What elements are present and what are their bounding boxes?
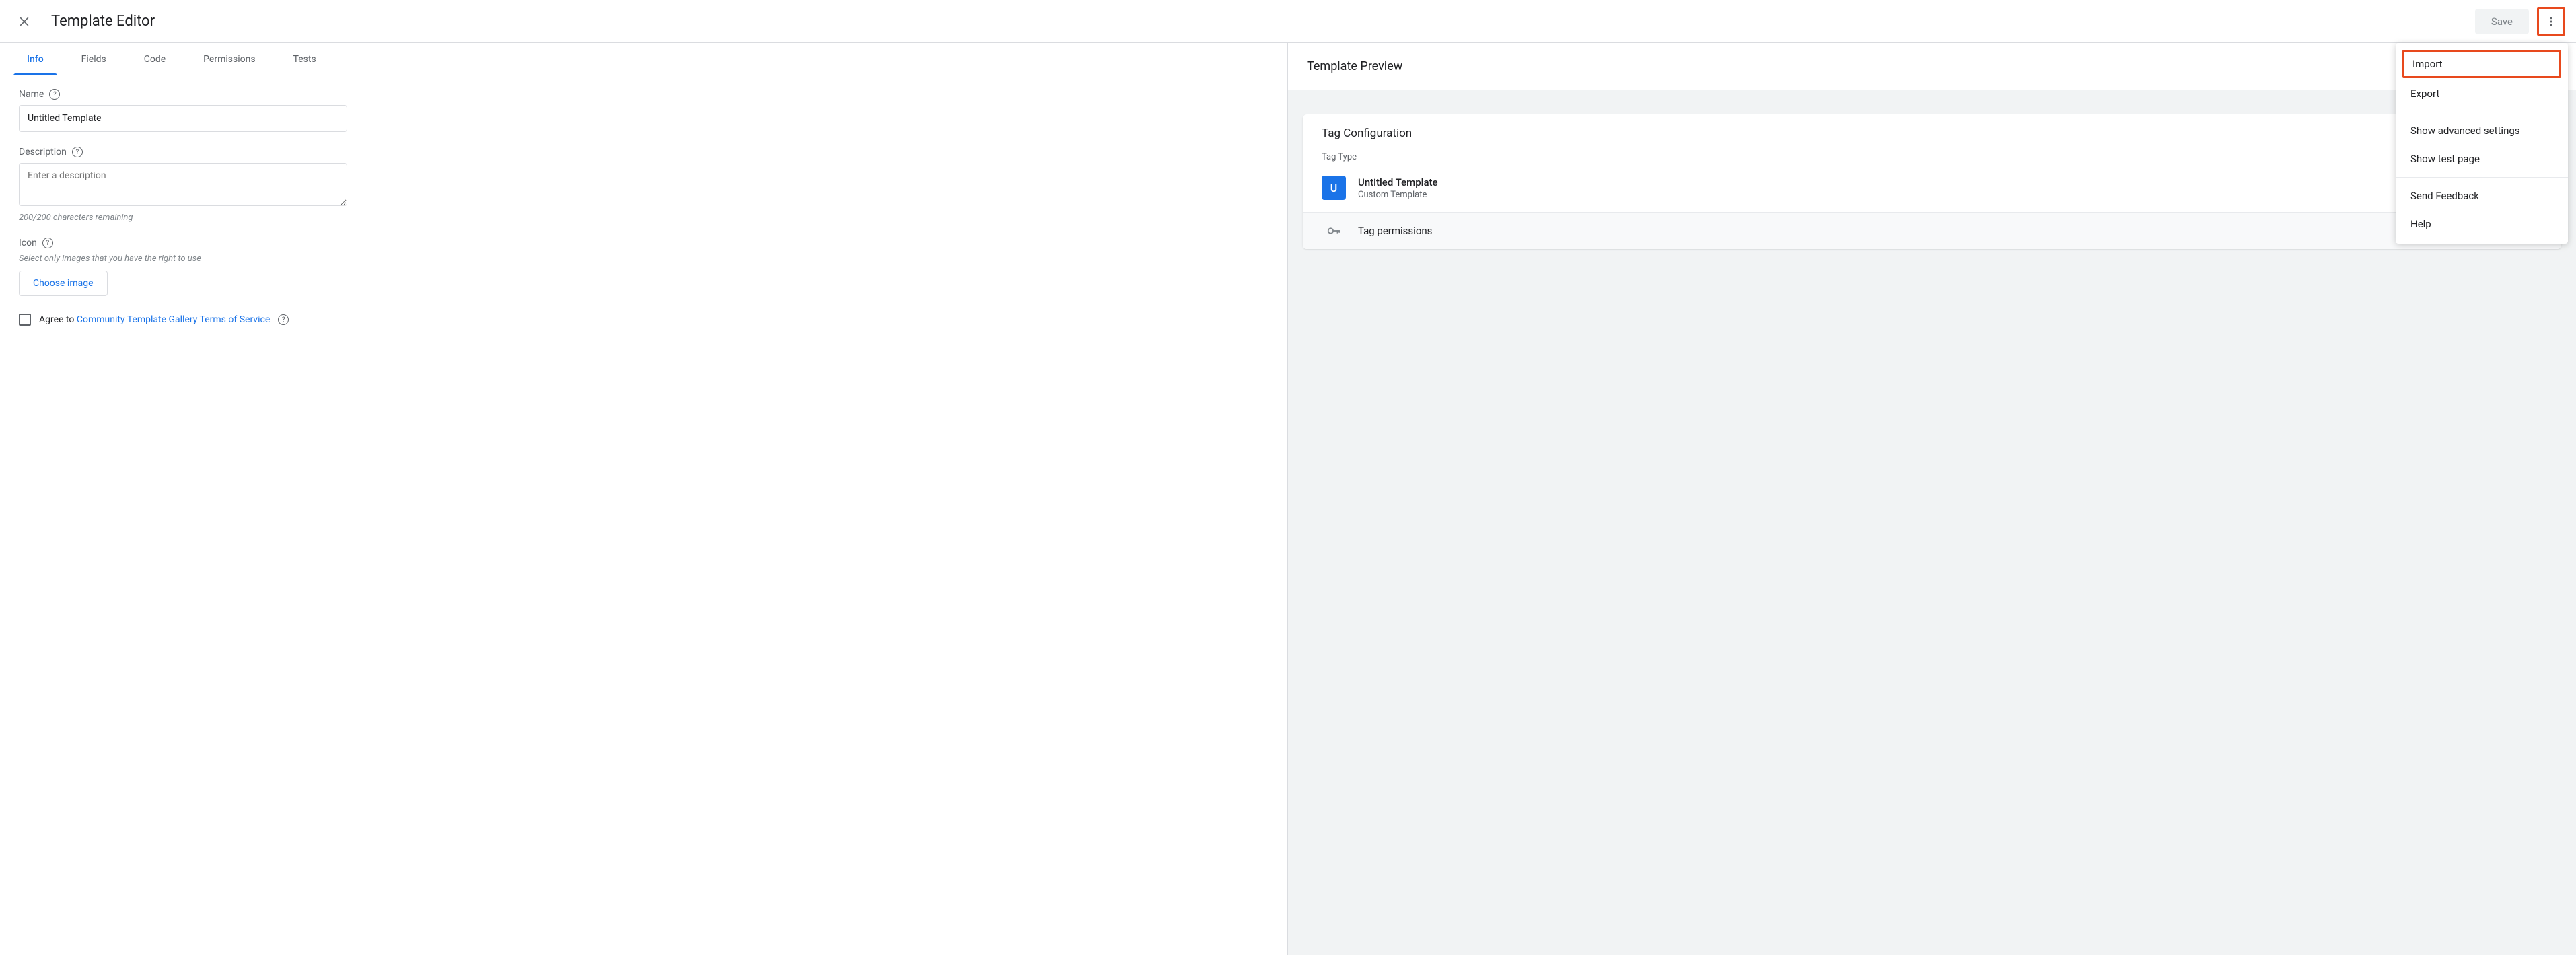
menu-show-advanced-settings[interactable]: Show advanced settings <box>2396 116 2568 145</box>
tag-permissions-row[interactable]: Tag permissions <box>1303 212 2561 249</box>
help-icon[interactable]: ? <box>49 89 60 100</box>
name-label: Name <box>19 89 44 100</box>
info-form: Name ? Description ? 200/200 characters … <box>0 75 1287 339</box>
menu-help[interactable]: Help <box>2396 210 2568 238</box>
key-icon <box>1322 223 1346 238</box>
menu-show-test-page[interactable]: Show test page <box>2396 145 2568 173</box>
name-label-row: Name ? <box>19 89 1268 100</box>
icon-field-row: Icon ? Select only images that you have … <box>19 238 1268 296</box>
description-label: Description <box>19 147 67 157</box>
description-label-row: Description ? <box>19 147 1268 157</box>
left-panel: Info Fields Code Permissions Tests Name … <box>0 43 1288 955</box>
agree-text: Agree to Community Template Gallery Term… <box>39 314 270 325</box>
main: Info Fields Code Permissions Tests Name … <box>0 43 2576 955</box>
tab-code[interactable]: Code <box>125 43 184 75</box>
agree-row: Agree to Community Template Gallery Term… <box>19 314 1268 326</box>
name-field-row: Name ? <box>19 89 1268 132</box>
preview-title: Template Preview <box>1288 43 2576 90</box>
menu-import[interactable]: Import <box>2402 50 2561 78</box>
tab-tests[interactable]: Tests <box>275 43 335 75</box>
menu-export[interactable]: Export <box>2396 79 2568 108</box>
choose-image-button[interactable]: Choose image <box>19 271 108 296</box>
more-vert-icon <box>2545 15 2557 28</box>
agree-link[interactable]: Community Template Gallery Terms of Serv… <box>77 314 270 325</box>
agree-prefix: Agree to <box>39 314 77 325</box>
agree-checkbox[interactable] <box>19 314 31 326</box>
right-panel: Template Preview Tag Configuration Tag T… <box>1288 43 2576 955</box>
more-options-button[interactable] <box>2537 7 2565 36</box>
card-title: Tag Configuration <box>1303 114 2561 143</box>
name-input[interactable] <box>19 105 347 132</box>
icon-label-row: Icon ? <box>19 238 1268 248</box>
preview-body: Tag Configuration Tag Type U Untitled Te… <box>1288 90 2576 273</box>
save-button[interactable]: Save <box>2475 9 2529 34</box>
help-icon[interactable]: ? <box>72 147 83 157</box>
tab-permissions[interactable]: Permissions <box>184 43 274 75</box>
tag-type-label: Tag Type <box>1303 143 2561 166</box>
more-options-menu: Import Export Show advanced settings Sho… <box>2396 43 2568 244</box>
tag-icon: U <box>1322 176 1346 200</box>
help-icon[interactable]: ? <box>42 238 53 248</box>
description-field-row: Description ? 200/200 characters remaini… <box>19 147 1268 223</box>
tab-fields[interactable]: Fields <box>63 43 125 75</box>
tabs: Info Fields Code Permissions Tests <box>0 43 1287 75</box>
tag-row[interactable]: U Untitled Template Custom Template <box>1303 166 2561 212</box>
icon-label: Icon <box>19 238 37 248</box>
close-icon <box>17 15 31 28</box>
tag-permissions-label: Tag permissions <box>1358 225 1432 237</box>
description-hint: 200/200 characters remaining <box>19 213 1268 223</box>
tab-info[interactable]: Info <box>8 43 63 75</box>
description-input[interactable] <box>19 163 347 206</box>
tag-configuration-card: Tag Configuration Tag Type U Untitled Te… <box>1303 114 2561 249</box>
page-title: Template Editor <box>51 13 155 30</box>
help-icon[interactable]: ? <box>278 314 289 325</box>
close-button[interactable] <box>11 8 38 35</box>
header: Template Editor Save <box>0 0 2576 43</box>
tag-name: Untitled Template <box>1358 176 1438 188</box>
tag-subtype: Custom Template <box>1358 190 1438 200</box>
tag-info: Untitled Template Custom Template <box>1358 176 1438 200</box>
menu-send-feedback[interactable]: Send Feedback <box>2396 182 2568 210</box>
icon-hint: Select only images that you have the rig… <box>19 254 1268 264</box>
menu-separator <box>2396 177 2568 178</box>
